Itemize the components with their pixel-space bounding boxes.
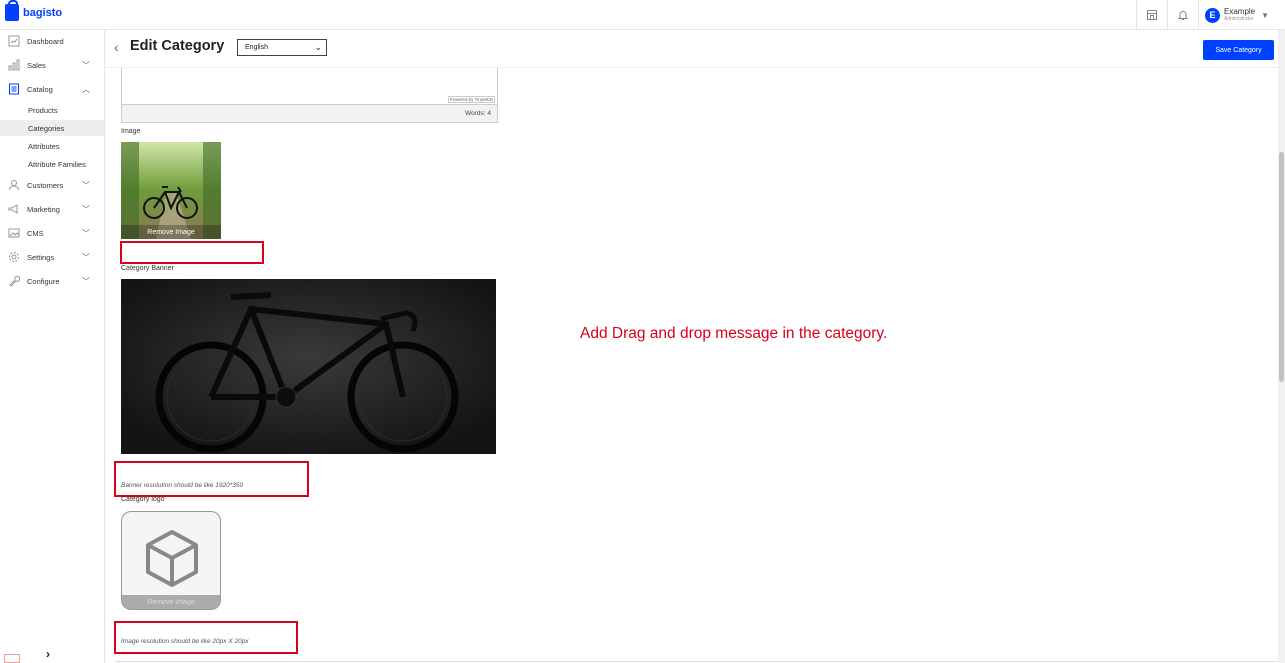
sidebar-item-label: Settings <box>27 252 55 262</box>
storefront-icon[interactable] <box>1136 0 1167 30</box>
remove-image-button[interactable]: Remove Image <box>121 225 221 239</box>
chevron-up-icon: ︿ <box>82 84 90 94</box>
sidebar-footer-mark <box>4 654 20 663</box>
sidebar-item-marketing[interactable]: Marketing ﹀ <box>0 199 104 219</box>
annotation-message: Add Drag and drop message in the categor… <box>580 325 888 342</box>
scrollbar-thumb[interactable] <box>1279 152 1284 382</box>
banner-resolution-hint: Banner resolution should be like 1920*35… <box>121 482 244 489</box>
avatar: E <box>1205 7 1220 23</box>
bag-icon <box>5 0 19 21</box>
category-banner-image[interactable] <box>121 279 496 454</box>
page-title: Edit Category <box>130 38 225 54</box>
sidebar-item-label: Customers <box>27 180 64 190</box>
sidebar-item-label: Dashboard <box>27 36 64 46</box>
locale-select-value: English <box>245 44 268 51</box>
sidebar-subitem-products[interactable]: Products <box>0 102 104 118</box>
remove-logo-button[interactable]: Remove Image <box>122 595 220 609</box>
editor-powered-by[interactable]: Powered by TinyMCE <box>447 96 495 103</box>
chevron-down-icon: ⌄ <box>314 42 322 52</box>
sidebar-item-label: Catalog <box>27 84 53 94</box>
bell-icon[interactable] <box>1167 0 1198 30</box>
description-editor[interactable]: Powered by TinyMCE Words: 4 <box>121 68 498 123</box>
annotation-highlight-box <box>120 241 264 264</box>
page-header: ‹ Edit Category English ⌄ Save Category <box>105 30 1285 68</box>
chevron-down-icon: ﹀ <box>82 180 90 190</box>
marketing-icon <box>7 203 20 216</box>
chevron-down-icon: ﹀ <box>82 60 90 70</box>
sidebar-item-settings[interactable]: Settings ﹀ <box>0 247 104 267</box>
sidebar-item-dashboard[interactable]: Dashboard <box>0 31 104 51</box>
cms-icon <box>7 227 20 240</box>
sidebar-subitem-categories[interactable]: Categories <box>0 120 104 136</box>
user-role: Administrator <box>1224 16 1254 22</box>
annotation-highlight-box <box>114 461 309 497</box>
sidebar-item-cms[interactable]: CMS ﹀ <box>0 223 104 243</box>
chevron-down-icon: ﹀ <box>82 228 90 238</box>
user-menu[interactable]: E Example Administrator ▼ <box>1198 0 1285 30</box>
divider <box>115 661 1278 662</box>
settings-icon <box>7 251 20 264</box>
brand-logo[interactable]: bagisto <box>5 0 63 21</box>
chevron-down-icon: ﹀ <box>82 276 90 286</box>
configure-icon <box>7 275 20 288</box>
sidebar-item-label: Marketing <box>27 204 60 214</box>
image-label: Image <box>121 128 141 135</box>
sidebar: Dashboard Sales ﹀ Catalog ︿ Products Cat… <box>0 30 105 663</box>
sidebar-subitem-attribute-families[interactable]: Attribute Families <box>0 156 104 172</box>
sidebar-subitem-attributes[interactable]: Attributes <box>0 138 104 154</box>
category-logo-label: Category logo <box>121 496 165 503</box>
sales-icon <box>7 59 20 72</box>
editor-statusbar: Words: 4 <box>122 104 497 122</box>
word-count: Words: 4 <box>465 110 491 117</box>
category-logo-image[interactable]: Remove Image <box>121 511 221 610</box>
sidebar-item-configure[interactable]: Configure ﹀ <box>0 271 104 291</box>
logo-resolution-hint: Image resolution should be like 20px X 2… <box>121 638 249 645</box>
back-arrow-icon[interactable]: ‹ <box>114 39 119 55</box>
chevron-down-icon: ﹀ <box>82 204 90 214</box>
sidebar-item-catalog[interactable]: Catalog ︿ <box>0 79 104 99</box>
sidebar-item-label: Configure <box>27 276 60 286</box>
sidebar-item-customers[interactable]: Customers ﹀ <box>0 175 104 195</box>
editor-content-area[interactable] <box>122 68 497 104</box>
sidebar-collapse-toggle[interactable]: › <box>46 647 50 661</box>
brand-name: bagisto <box>23 6 63 19</box>
category-image[interactable]: Remove Image <box>121 142 221 239</box>
user-name: Example <box>1224 7 1256 16</box>
catalog-icon <box>7 83 20 96</box>
locale-select[interactable]: English ⌄ <box>237 39 327 56</box>
road-bike-photo <box>121 279 496 454</box>
sidebar-item-label: Sales <box>27 60 46 70</box>
customers-icon <box>7 179 20 192</box>
save-category-button[interactable]: Save Category <box>1203 40 1274 60</box>
dashboard-icon <box>7 35 20 48</box>
caret-down-icon: ▼ <box>1261 10 1270 20</box>
category-banner-label: Category Banner <box>121 265 174 272</box>
sidebar-item-sales[interactable]: Sales ﹀ <box>0 55 104 75</box>
sidebar-item-label: CMS <box>27 228 44 238</box>
page-scrollbar[interactable] <box>1278 30 1285 663</box>
top-bar: bagisto E Example Administrator ▼ <box>0 0 1285 30</box>
chevron-down-icon: ﹀ <box>82 252 90 262</box>
